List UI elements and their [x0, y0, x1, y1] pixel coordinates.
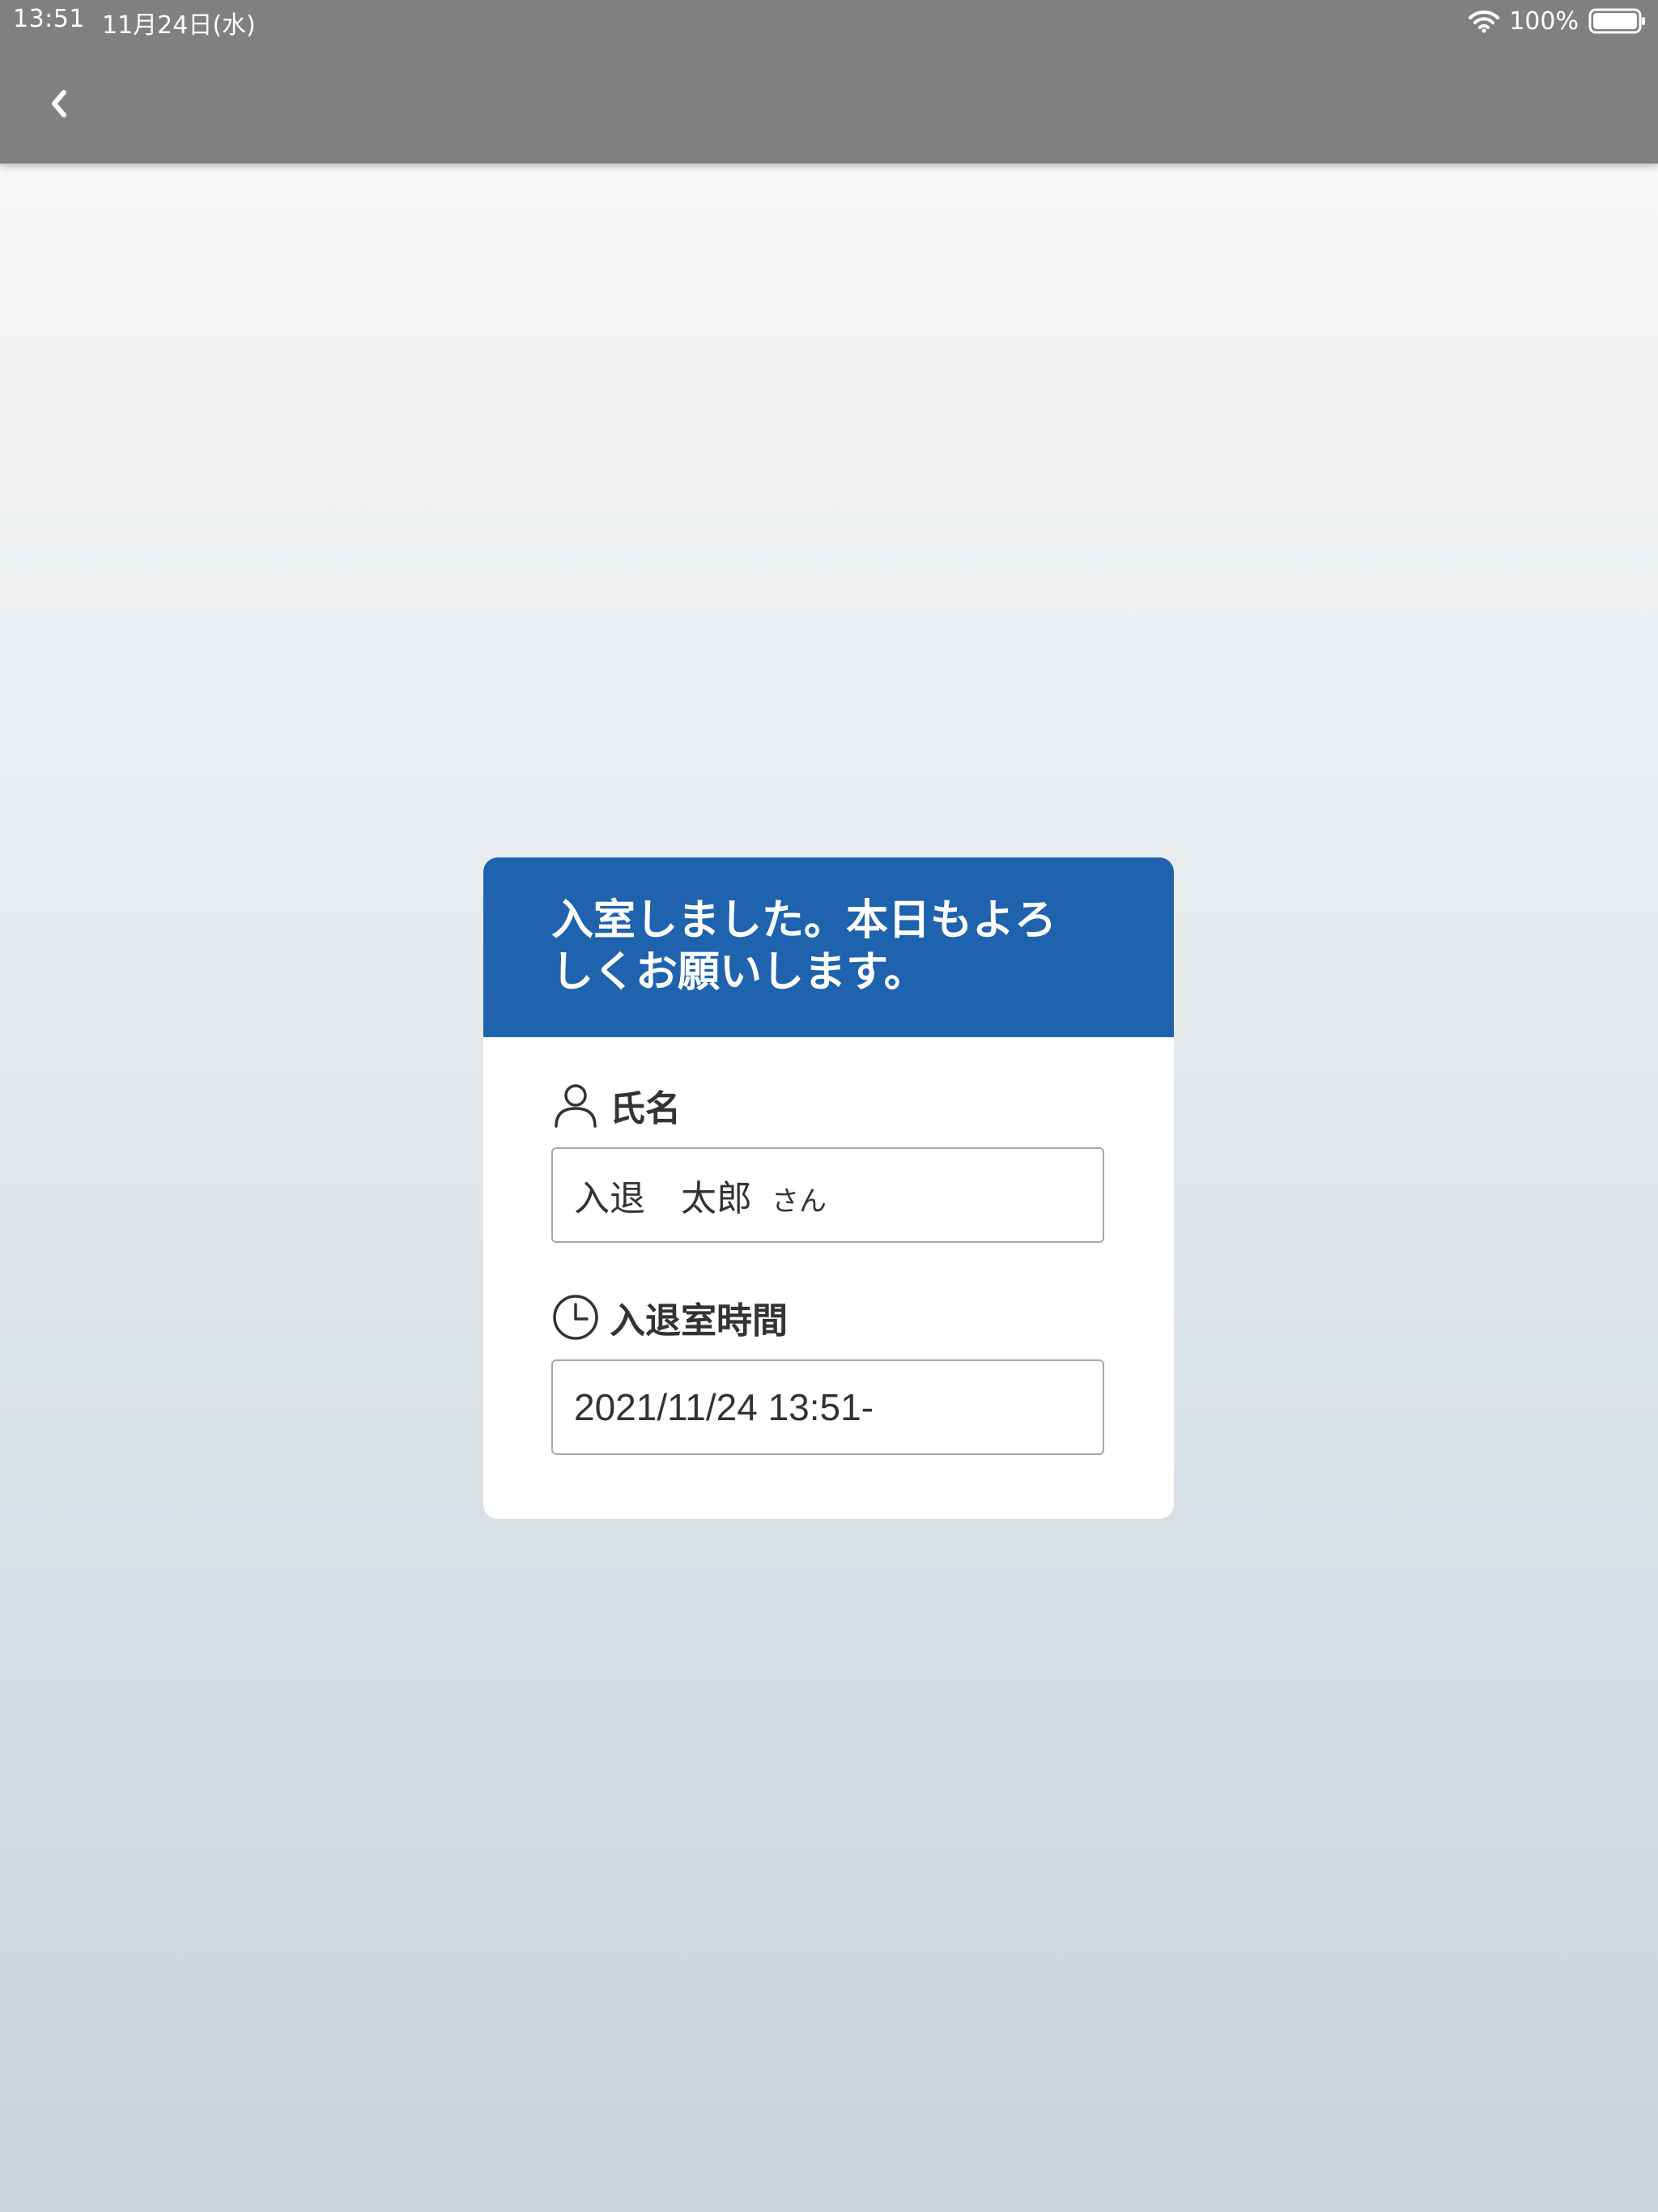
name-value: 入退 太郎 [574, 1178, 752, 1219]
top-bar: 13:51 11月24日(水) 100% [0, 0, 1658, 164]
time-label: 入退室時間 [610, 1300, 788, 1342]
wifi-icon [1469, 10, 1500, 33]
time-value: 2021/11/24 13:51- [574, 1386, 874, 1428]
status-date: 11月24日(水) [102, 11, 256, 40]
check-in-card: 入室しました。本日もよろ しくお願いします。 氏名 入退 太郎 さん 入退室時間… [483, 857, 1174, 1519]
name-suffix: さん [772, 1185, 827, 1218]
name-field: 入退 太郎 さん [551, 1147, 1104, 1243]
card-body: 氏名 入退 太郎 さん 入退室時間 2021/11/24 13:51- [483, 1079, 1174, 1455]
battery-icon [1588, 8, 1645, 34]
time-field: 2021/11/24 13:51- [551, 1359, 1104, 1455]
clock-icon [553, 1295, 598, 1340]
message-line-2: しくお願いします。 [551, 948, 926, 997]
battery-percentage: 100% [1509, 6, 1579, 36]
card-header: 入室しました。本日もよろ しくお願いします。 [483, 857, 1174, 1037]
name-label: 氏名 [610, 1088, 681, 1129]
time-label-row: 入退室時間 [551, 1291, 1106, 1343]
message-line-1: 入室しました。本日もよろ [551, 896, 1057, 945]
status-time: 13:51 [13, 5, 85, 33]
status-indicators: 100% [1469, 3, 1647, 39]
back-button[interactable] [39, 79, 81, 128]
check-in-message: 入室しました。本日もよろ しくお願いします。 [551, 895, 1106, 998]
chevron-left-icon [52, 90, 66, 117]
name-label-row: 氏名 [551, 1079, 1106, 1131]
person-icon [555, 1084, 597, 1128]
